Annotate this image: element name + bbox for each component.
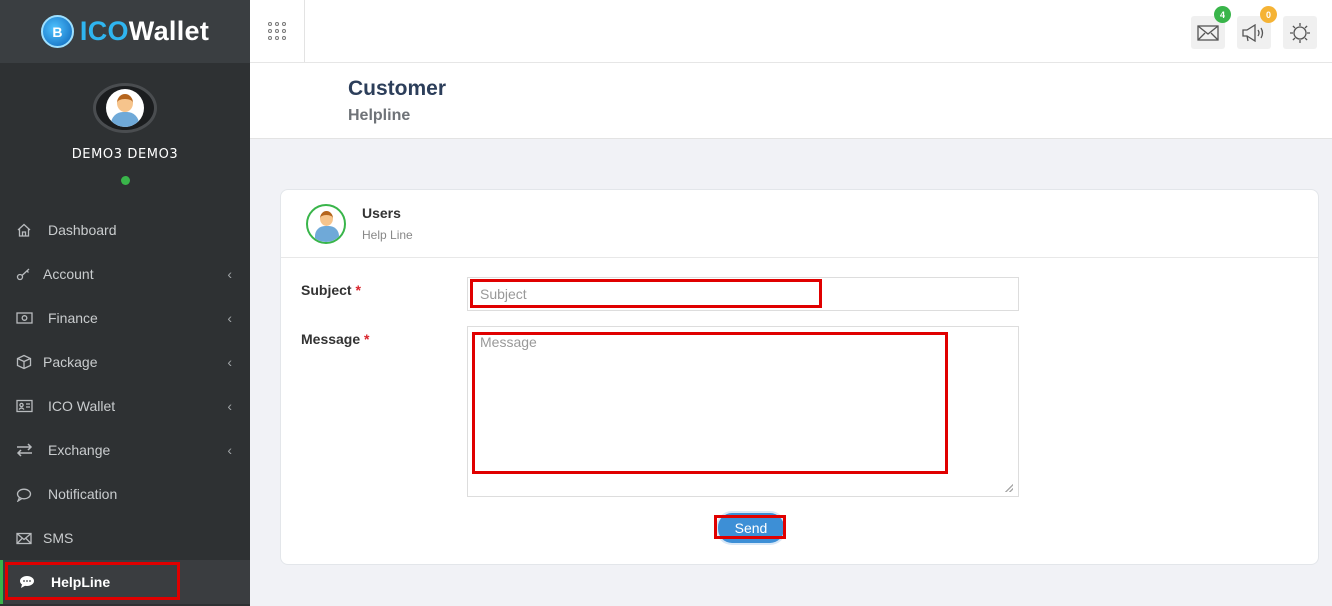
sidebar-item-notification[interactable]: Notification	[0, 472, 250, 516]
sidebar-item-label: Notification	[48, 486, 118, 502]
sidebar-item-ico-wallet[interactable]: ICO Wallet ‹	[0, 384, 250, 428]
mail-count-badge: 4	[1214, 6, 1231, 23]
announcements-button[interactable]: 0	[1237, 6, 1277, 49]
brand-prefix: ICO	[79, 16, 129, 46]
user-avatar-icon	[106, 89, 144, 127]
sidebar-item-label: Package	[43, 354, 98, 370]
sidebar-item-account[interactable]: Account ‹	[0, 252, 250, 296]
chevron-left-icon: ‹	[227, 266, 232, 282]
announcement-count-badge: 0	[1260, 6, 1277, 23]
id-card-icon	[15, 397, 33, 415]
page-header: Customer Helpline	[250, 63, 1332, 139]
bitcoin-logo-icon: B	[40, 15, 74, 48]
subject-label: Subject *	[301, 282, 361, 298]
grid-icon	[268, 22, 286, 40]
profile-name: DEMO3 DEMO3	[71, 147, 179, 162]
sidebar-item-exchange[interactable]: Exchange ‹	[0, 428, 250, 472]
sidebar-nav: Dashboard Account ‹ Finance ‹ Package ‹	[0, 208, 250, 604]
sidebar-item-dashboard[interactable]: Dashboard	[0, 208, 250, 252]
sidebar-item-label: HelpLine	[51, 574, 111, 590]
card-header: Users Help Line	[281, 190, 1318, 258]
brand-name: ICOWallet	[80, 16, 209, 47]
sidebar-item-finance[interactable]: Finance ‹	[0, 296, 250, 340]
sidebar-item-helpline[interactable]: HelpLine	[0, 560, 250, 604]
user-avatar-icon	[306, 204, 346, 244]
apps-grid-button[interactable]	[250, 0, 305, 62]
envelope-icon	[15, 529, 33, 547]
sidebar-item-label: Account	[43, 266, 94, 282]
home-icon	[15, 221, 33, 239]
comment-icon	[18, 573, 36, 591]
subject-label-text: Subject	[301, 282, 352, 298]
chevron-left-icon: ‹	[227, 310, 232, 326]
chevron-left-icon: ‹	[227, 354, 232, 370]
sidebar-item-label: Finance	[48, 310, 98, 326]
sidebar-item-label: SMS	[43, 530, 74, 546]
message-textarea[interactable]	[467, 326, 1019, 497]
resize-handle-icon[interactable]	[1005, 484, 1013, 492]
online-status-dot	[120, 176, 130, 185]
sidebar-item-label: Dashboard	[48, 222, 117, 238]
subject-input[interactable]	[467, 277, 1019, 311]
required-mark: *	[364, 331, 370, 347]
card-title: Users	[362, 205, 401, 221]
page-title: Customer	[348, 77, 447, 100]
money-icon	[15, 309, 33, 327]
brand[interactable]: B ICOWallet	[0, 0, 250, 63]
required-mark: *	[355, 282, 361, 298]
megaphone-icon	[1242, 23, 1264, 42]
top-bar: 4 0	[250, 0, 1332, 63]
key-icon	[15, 265, 33, 283]
chat-bubble-icon	[15, 485, 33, 503]
sidebar-item-label: Exchange	[48, 442, 111, 458]
gear-icon	[1290, 22, 1310, 43]
card-subtitle: Help Line	[362, 228, 413, 242]
avatar[interactable]	[93, 83, 157, 133]
sidebar-item-sms[interactable]: SMS	[0, 516, 250, 560]
sidebar: B ICOWallet DEMO3 DEMO3 Dashboard Accoun…	[0, 0, 250, 606]
settings-button[interactable]	[1283, 16, 1317, 49]
box-icon	[15, 353, 33, 371]
brand-suffix: Wallet	[128, 16, 210, 46]
exchange-icon	[15, 441, 33, 459]
sidebar-item-label: ICO Wallet	[48, 398, 116, 414]
send-button[interactable]: Send	[718, 513, 784, 543]
envelope-icon	[1197, 24, 1219, 41]
chevron-left-icon: ‹	[227, 442, 232, 458]
page-subtitle: Helpline	[348, 107, 411, 124]
sidebar-item-package[interactable]: Package ‹	[0, 340, 250, 384]
message-label: Message *	[301, 331, 370, 347]
chevron-left-icon: ‹	[227, 398, 232, 414]
helpline-card: Users Help Line Subject * Message * Send	[280, 189, 1319, 565]
mail-button[interactable]: 4	[1191, 6, 1231, 49]
message-label-text: Message	[301, 331, 361, 347]
